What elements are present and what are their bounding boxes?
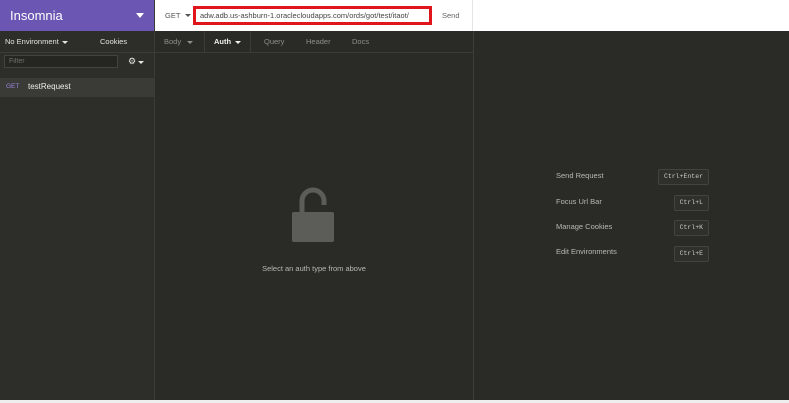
shortcut-keys-focus-url: Ctrl+L	[673, 195, 709, 211]
unlock-icon	[292, 187, 334, 242]
request-method-badge: GET	[6, 83, 20, 90]
request-item-testrequest[interactable]: GET testRequest	[0, 78, 154, 97]
workspace-dropdown[interactable]: Insomnia	[0, 0, 154, 31]
request-tabs: Body Auth Query Header Docs	[155, 31, 473, 53]
shortcut-label-send-request: Send Request	[556, 171, 604, 180]
url-bar-divider	[472, 0, 473, 31]
method-dropdown[interactable]: GET	[165, 11, 180, 20]
request-name: testRequest	[28, 82, 71, 91]
request-pane: Body Auth Query Header Docs Select an au…	[155, 31, 474, 400]
gear-icon[interactable]: ⚙	[128, 57, 136, 66]
tab-body[interactable]: Body	[164, 37, 181, 46]
sidebar: Insomnia No Environment Cookies ⚙ GET te…	[0, 0, 155, 400]
auth-empty-message: Select an auth type from above	[262, 264, 366, 273]
tab-query[interactable]: Query	[264, 37, 284, 46]
tab-divider	[204, 31, 205, 52]
send-button[interactable]: Send	[442, 11, 460, 20]
shortcut-label-manage-cookies: Manage Cookies	[556, 222, 613, 231]
tab-header[interactable]: Header	[306, 37, 331, 46]
shortcut-label-focus-url: Focus Url Bar	[556, 197, 602, 206]
url-input[interactable]	[198, 8, 434, 23]
response-pane: Send Request Ctrl+Enter Focus Url Bar Ct…	[474, 31, 789, 400]
shortcut-keys-manage-cookies: Ctrl+K	[673, 220, 709, 236]
app-title: Insomnia	[10, 8, 63, 23]
tab-divider	[250, 31, 251, 52]
filter-input[interactable]	[4, 55, 118, 68]
shortcut-keys-send-request: Ctrl+Enter	[657, 169, 709, 185]
shortcut-label-edit-environments: Edit Environments	[556, 247, 617, 256]
environment-row: No Environment Cookies	[0, 31, 154, 53]
shortcut-keys-edit-environments: Ctrl+E	[673, 246, 709, 262]
gear-menu-chevron-icon[interactable]	[138, 61, 144, 64]
cookies-button[interactable]: Cookies	[100, 37, 127, 46]
environment-dropdown[interactable]: No Environment	[5, 37, 59, 46]
tab-auth[interactable]: Auth	[214, 37, 231, 46]
method-chevron-icon[interactable]	[185, 14, 191, 17]
url-bar: GET Send	[155, 0, 789, 32]
tab-auth-chevron-icon[interactable]	[235, 41, 241, 44]
insomnia-app: Insomnia No Environment Cookies ⚙ GET te…	[0, 0, 789, 400]
environment-chevron-icon[interactable]	[62, 41, 68, 44]
tab-docs[interactable]: Docs	[352, 37, 369, 46]
tab-body-chevron-icon[interactable]	[187, 41, 193, 44]
chevron-down-icon	[136, 13, 144, 18]
